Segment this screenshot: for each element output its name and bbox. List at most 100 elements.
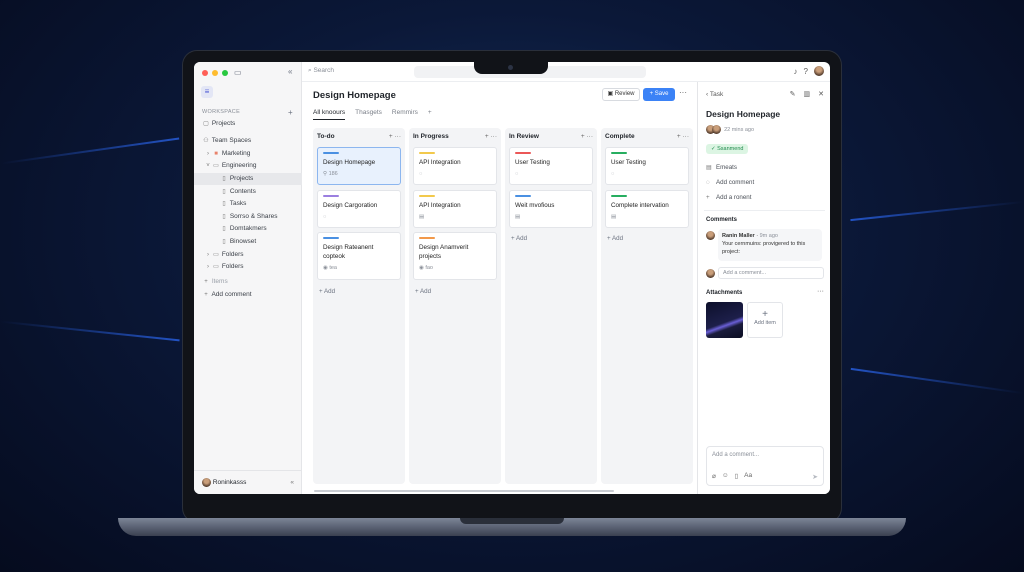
- close-icon[interactable]: ✕: [818, 90, 824, 98]
- comment-icon: ◌: [323, 214, 327, 220]
- comment-icon: ◌: [706, 179, 710, 186]
- help-icon[interactable]: ?: [804, 67, 808, 76]
- bell-icon[interactable]: ♪: [794, 67, 798, 76]
- add-card-icon[interactable]: +: [485, 133, 489, 140]
- background-light-streak: [0, 137, 180, 165]
- add-card-icon[interactable]: +: [389, 133, 393, 140]
- panel-row-add-comment[interactable]: ◌ Add comment: [706, 179, 754, 186]
- add-workspace-icon[interactable]: +: [288, 108, 293, 117]
- menu-icon[interactable]: ≡: [201, 86, 213, 98]
- eye-icon: ◉: [323, 265, 328, 271]
- chevron-left-icon: ‹: [706, 91, 709, 98]
- send-icon[interactable]: ➤: [812, 473, 818, 481]
- add-tab-icon[interactable]: +: [428, 109, 432, 120]
- sidebar-add-comment[interactable]: + Add comment: [194, 289, 302, 301]
- file-icon: ▯: [222, 189, 226, 195]
- user-profile[interactable]: Roninkasss «: [194, 470, 302, 494]
- sidebar-item-shares[interactable]: ▯ Sorrso & Shares: [194, 211, 302, 223]
- task-card[interactable]: API Integration ◌: [413, 147, 497, 185]
- panel-row-add-ronent[interactable]: + Add a ronent: [706, 194, 751, 201]
- sidebar-layout-icon[interactable]: ▭: [234, 68, 242, 77]
- sidebar-item-marketing[interactable]: › ■ Marketing: [194, 148, 302, 160]
- add-comment-input[interactable]: Add a comment...: [718, 267, 824, 279]
- chevron-down-icon: ˅: [206, 163, 210, 169]
- add-card-button[interactable]: + Add: [319, 288, 335, 295]
- chevron-right-icon: ›: [207, 264, 209, 270]
- task-card[interactable]: Weit mvofious ▤: [509, 190, 593, 228]
- maximize-window-button[interactable]: [222, 70, 228, 76]
- task-card[interactable]: User Testing ◌: [509, 147, 593, 185]
- tab-all[interactable]: All knoours: [313, 109, 346, 120]
- link-icon: ⚲: [323, 171, 328, 177]
- tab-reminders[interactable]: Remmirs: [392, 109, 418, 120]
- column-menu-icon[interactable]: ···: [395, 133, 402, 140]
- task-card[interactable]: Design Homepage ⚲ 186: [317, 147, 401, 185]
- window-controls: [202, 70, 228, 76]
- file-icon: ▤: [419, 214, 425, 220]
- plus-icon: +: [204, 279, 208, 285]
- add-card-icon[interactable]: +: [677, 133, 681, 140]
- sidebar-item-binowset[interactable]: ▯ Binowset: [194, 236, 302, 248]
- attachment-thumbnail[interactable]: [706, 302, 743, 338]
- task-card[interactable]: User Testing ◌: [605, 147, 689, 185]
- attachments-menu-icon[interactable]: ···: [817, 288, 824, 295]
- top-bar: ⌕ Search ♪ ?: [302, 62, 830, 82]
- column-title: To-do: [317, 133, 335, 140]
- sidebar: ▭ « ≡ WORKSPACE + ▢ Projects ⚇ Team Spac…: [194, 62, 302, 494]
- column-menu-icon[interactable]: ···: [683, 133, 690, 140]
- board-column-complete: Complete + ··· User Testing ◌ Complete i…: [601, 128, 693, 484]
- panel-back-button[interactable]: ‹ Task: [706, 91, 723, 98]
- edit-icon[interactable]: ✎: [790, 90, 796, 98]
- sidebar-item-tasks[interactable]: ▯ Tasks: [194, 198, 302, 210]
- collapse-sidebar-icon[interactable]: «: [288, 67, 292, 76]
- search-input[interactable]: ⌕ Search: [308, 67, 334, 75]
- file-icon[interactable]: ▯: [735, 472, 739, 480]
- more-options-icon[interactable]: ···: [679, 88, 687, 97]
- text-format-button[interactable]: Aa: [744, 472, 752, 480]
- board-column-in-review: In Review + ··· User Testing ◌ Weit mvof…: [505, 128, 597, 484]
- avatar[interactable]: [814, 66, 824, 76]
- eye-icon: ◉: [419, 265, 424, 271]
- comment: Ranin Maller · 9m ago Your cernmuins: pr…: [718, 229, 822, 261]
- task-card[interactable]: Design Anamverit projects ◉ fao: [413, 232, 497, 280]
- trash-icon[interactable]: ▥: [804, 90, 811, 98]
- sidebar-item-projects[interactable]: ▢ Projects: [194, 118, 302, 130]
- column-title: Complete: [605, 133, 635, 140]
- emoji-icon[interactable]: ☺: [722, 472, 729, 480]
- file-icon: ▯: [222, 226, 226, 232]
- task-card[interactable]: API Integration ▤: [413, 190, 497, 228]
- add-card-button[interactable]: + Add: [415, 288, 431, 295]
- sidebar-add-items[interactable]: + Items: [194, 276, 302, 288]
- workspace-label: WORKSPACE: [202, 109, 241, 115]
- add-card-icon[interactable]: +: [581, 133, 585, 140]
- attach-icon[interactable]: ⌀: [712, 472, 716, 480]
- close-window-button[interactable]: [202, 70, 208, 76]
- search-icon: ⌕: [308, 67, 312, 74]
- task-card[interactable]: Design Cargoration ◌: [317, 190, 401, 228]
- task-title: Design Homepage: [706, 109, 781, 119]
- save-button[interactable]: + Save: [643, 88, 675, 101]
- task-card[interactable]: Complete intervation ▤: [605, 190, 689, 228]
- comment-composer[interactable]: Add a comment... ⌀ ☺ ▯ Aa ➤: [706, 446, 824, 486]
- add-card-button[interactable]: + Add: [607, 235, 623, 242]
- sidebar-item-domtakmers[interactable]: ▯ Domtakmers: [194, 223, 302, 235]
- column-menu-icon[interactable]: ···: [491, 133, 498, 140]
- collapse-icon[interactable]: «: [290, 471, 294, 494]
- task-card[interactable]: Design Rateanent copteok ◉ tea: [317, 232, 401, 280]
- add-card-button[interactable]: + Add: [511, 235, 527, 242]
- status-badge[interactable]: ✓ Ssanmend: [706, 144, 749, 154]
- horizontal-scrollbar[interactable]: [314, 490, 614, 492]
- sidebar-item-contents[interactable]: ▯ Contents: [194, 186, 302, 198]
- sidebar-item-folders[interactable]: › ▭ Folders: [194, 261, 302, 273]
- column-menu-icon[interactable]: ···: [587, 133, 594, 140]
- sidebar-item-engineering[interactable]: ˅ ▭ Engineering: [194, 160, 302, 172]
- tab-targets[interactable]: Thasgets: [355, 109, 382, 120]
- review-button[interactable]: ▣ Review: [602, 88, 640, 101]
- minimize-window-button[interactable]: [212, 70, 218, 76]
- sidebar-item-folders[interactable]: › ▭ Folders: [194, 249, 302, 261]
- sidebar-item-eng-projects[interactable]: ▯ Projects: [194, 173, 302, 185]
- panel-row-emeats[interactable]: ▤ Emeats: [706, 164, 737, 171]
- chevron-right-icon: ›: [207, 252, 209, 258]
- add-attachment-button[interactable]: + Add item: [747, 302, 783, 338]
- sidebar-item-team-spaces[interactable]: ⚇ Team Spaces: [194, 135, 302, 147]
